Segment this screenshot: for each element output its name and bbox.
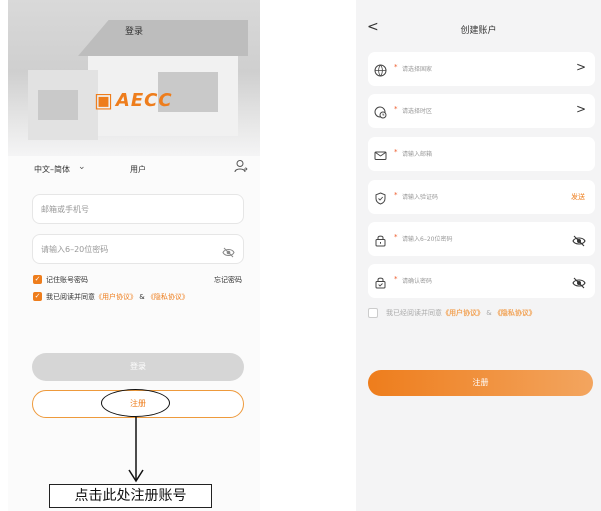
country-select[interactable]: * 请选择国家 > [368,52,595,86]
send-code-button[interactable]: 发送 [571,192,585,202]
user-agreement-link[interactable]: 《用户协议》 [442,309,484,317]
chevron-down-icon[interactable]: ⌄ [78,162,86,172]
confirm-password-field[interactable]: * 请确认密码 [368,264,595,298]
remember-checkbox[interactable]: ✓ [33,275,42,284]
email-field[interactable]: * 请输入邮箱 [368,137,595,171]
lock-check-icon [374,274,387,293]
highlight-oval [101,389,170,417]
agree-text: 我已阅读并同意《用户协议》 & 《隐私协议》 [46,293,189,301]
page-title: 登录 [124,27,143,37]
privacy-agreement-link[interactable]: 《隐私协议》 [494,309,536,317]
agree-checkbox[interactable]: ✓ [33,292,42,301]
create-account-screen: < 创建账户 * 请选择国家 > * 请选择时区 > * 请输入邮箱 * 请输入… [356,0,601,511]
chevron-right-icon: > [575,102,586,116]
timezone-select[interactable]: * 请选择时区 > [368,94,595,128]
globe-icon [374,62,387,81]
register-button[interactable]: 注册 [368,370,593,396]
agree-text: 我已经阅读并同意《用户协议》 & 《隐私协议》 [386,309,536,317]
shield-icon [374,190,387,209]
mail-icon [374,147,387,166]
forgot-password-link[interactable]: 忘记密码 [214,275,242,285]
email-field[interactable]: 邮箱或手机号 [32,194,244,224]
agree-checkbox[interactable] [368,308,378,318]
tab-user[interactable]: 用户 [130,164,146,175]
eye-off-icon[interactable] [222,243,235,262]
privacy-agreement-link[interactable]: 《隐私协议》 [147,293,189,301]
password-field[interactable]: 请输入6–20位密码 [32,234,244,264]
language-select[interactable]: 中文–简体 [34,164,70,175]
user-agreement-link[interactable]: 《用户协议》 [95,293,137,301]
lock-icon [374,232,387,251]
eye-off-icon[interactable] [572,274,586,293]
password-field[interactable]: * 请输入6–20位密码 [368,222,595,256]
timezone-icon [374,104,387,123]
register-callout: 点击此处注册账号 [49,484,212,508]
page-title: 创建账户 [460,26,497,36]
aecc-logo: ▣ AECC [94,88,173,112]
login-screen: 登录 ▣ AECC 中文–简体 ⌄ 用户 邮箱或手机号 请输入6–20位密码 ✓… [8,0,260,511]
logo-mark-icon: ▣ [94,88,113,112]
user-switch-icon[interactable] [234,158,248,177]
remember-label: 记住账号密码 [46,276,88,284]
chevron-right-icon: > [575,60,586,74]
verification-code-field[interactable]: * 请输入验证码 发送 [368,180,595,214]
eye-off-icon[interactable] [572,232,586,251]
login-button[interactable]: 登录 [32,353,244,381]
